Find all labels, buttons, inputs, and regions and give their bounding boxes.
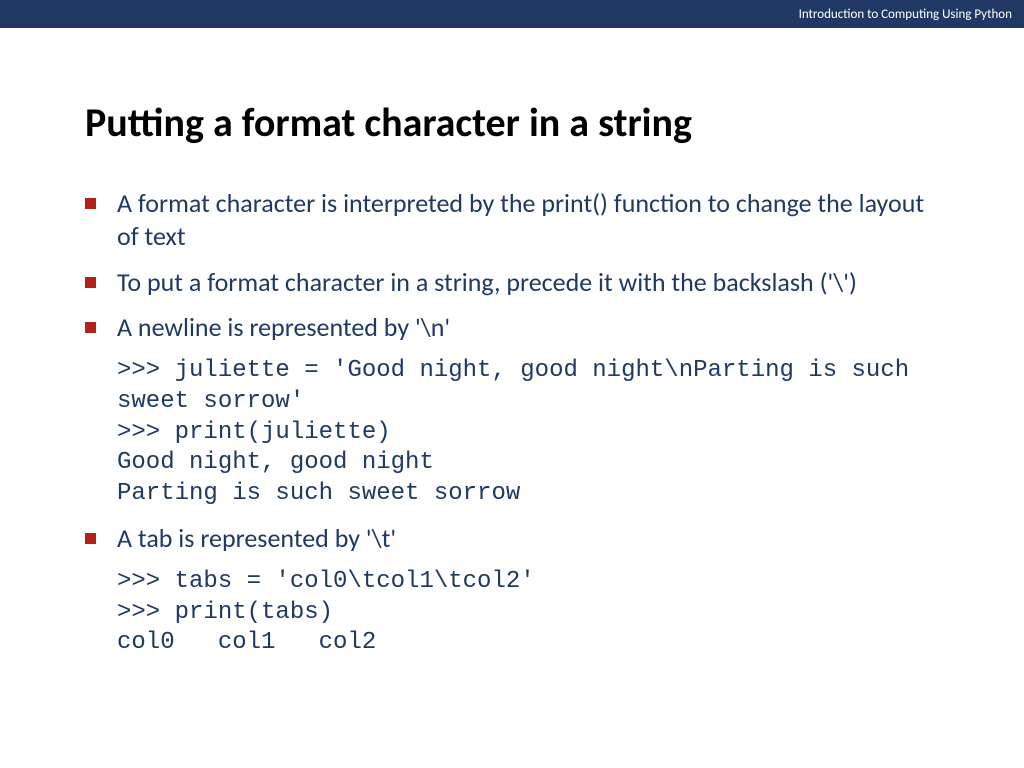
- header-bar: Introduction to Computing Using Python: [0, 0, 1024, 28]
- bullet-text: A tab is represented by '\t': [117, 522, 396, 554]
- bullet-item: A newline is represented by '\n': [85, 311, 939, 344]
- code-block-newline: >>> juliette = 'Good night, good night\n…: [85, 356, 939, 510]
- bullet-list: A tab is represented by '\t': [85, 522, 939, 555]
- bullet-item: To put a format character in a string, p…: [85, 266, 939, 299]
- bullet-item: A tab is represented by '\t': [85, 522, 939, 555]
- code-block-tab: >>> tabs = 'col0\tcol1\tcol2' >>> print(…: [85, 567, 939, 659]
- bullet-item: A format character is interpreted by the…: [85, 187, 939, 254]
- bullet-text: A format character is interpreted by the…: [117, 187, 924, 252]
- slide-title: Putting a format character in a string: [85, 98, 939, 147]
- course-label: Introduction to Computing Using Python: [799, 7, 1012, 22]
- bullet-text: A newline is represented by '\n': [117, 311, 450, 343]
- bullet-list: A format character is interpreted by the…: [85, 187, 939, 344]
- slide-content: Putting a format character in a string A…: [0, 28, 1024, 659]
- bullet-text: To put a format character in a string, p…: [117, 266, 857, 298]
